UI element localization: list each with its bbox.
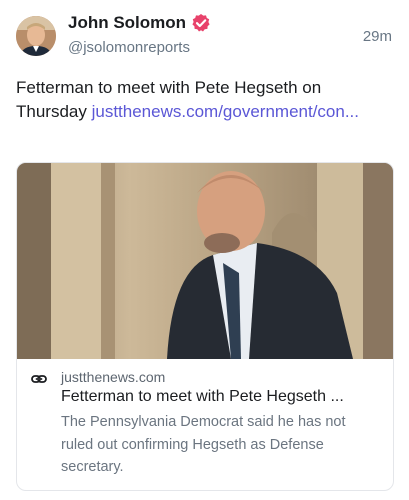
news-photo	[17, 163, 393, 359]
author-name[interactable]: John Solomon	[68, 13, 186, 33]
link-card[interactable]: justthenews.com Fetterman to meet with P…	[16, 162, 394, 491]
post-link[interactable]: justthenews.com/government/con...	[92, 102, 359, 121]
author-avatar[interactable]	[16, 16, 56, 56]
post-timestamp[interactable]: 29m	[363, 28, 392, 45]
post-text: Fetterman to meet with Pete Hegseth on T…	[16, 76, 388, 124]
author-handle[interactable]: @jsolomonreports	[68, 39, 190, 56]
link-card-title[interactable]: Fetterman to meet with Pete Hegseth ...	[61, 388, 387, 406]
link-card-description: The Pennsylvania Democrat said he has no…	[61, 414, 346, 475]
avatar-photo-icon	[16, 16, 56, 56]
verified-badge-icon	[192, 14, 210, 32]
link-card-footer: justthenews.com Fetterman to meet with P…	[17, 359, 393, 490]
post: John Solomon @jsolomonreports 29m Fetter…	[0, 0, 409, 500]
link-card-domain: justthenews.com	[61, 369, 166, 385]
link-icon	[31, 375, 47, 383]
